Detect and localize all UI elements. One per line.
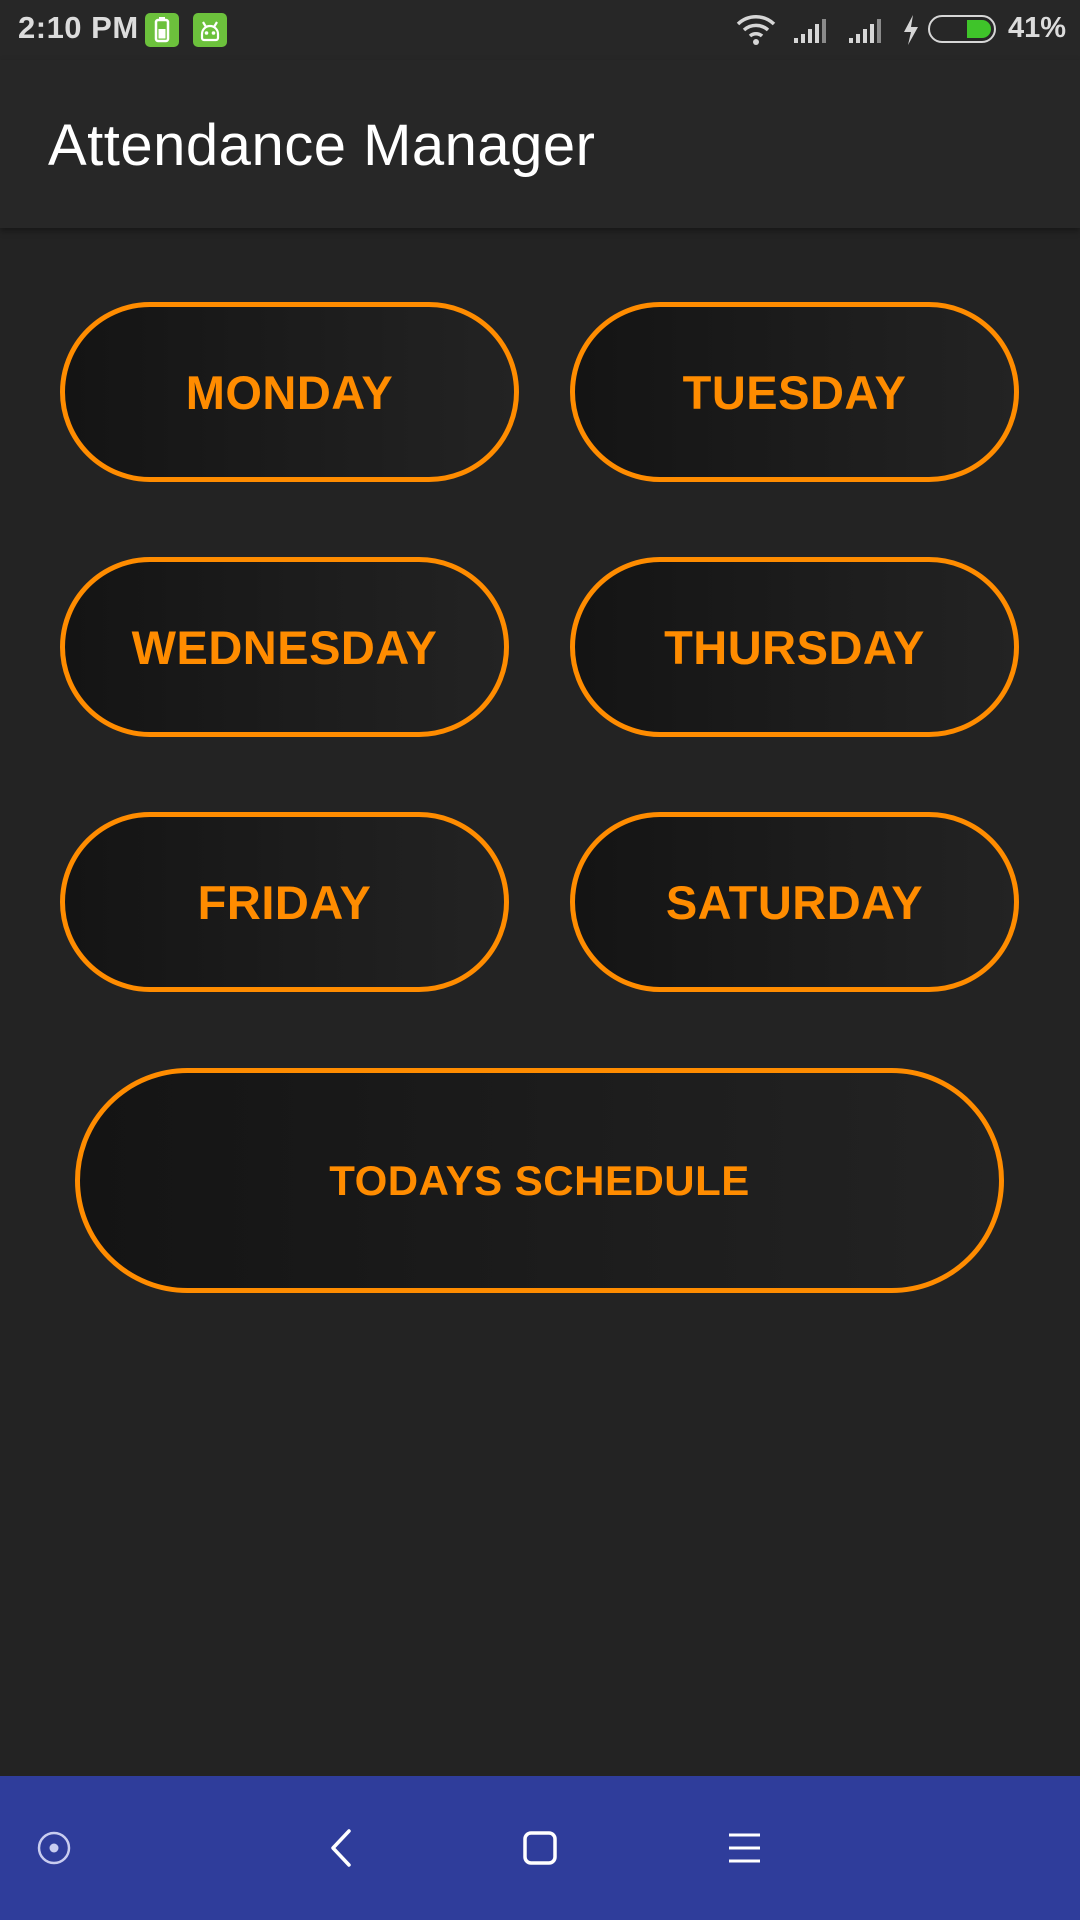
charging-icon — [904, 15, 918, 45]
monday-button[interactable]: MONDAY — [60, 302, 519, 482]
app-bar: Attendance Manager — [0, 60, 1080, 228]
app-title: Attendance Manager — [48, 113, 596, 178]
friday-button[interactable]: FRIDAY — [60, 812, 509, 992]
wifi-icon — [736, 15, 776, 45]
signal-icon — [849, 19, 881, 43]
assistant-icon — [37, 1831, 71, 1865]
todays-schedule-button[interactable]: TODAYS SCHEDULE — [75, 1068, 1004, 1293]
menu-button[interactable] — [684, 1776, 804, 1920]
screen: 2:10 PM 41% Attendance Manager MONDAY TU… — [0, 0, 1080, 1920]
tuesday-button[interactable]: TUESDAY — [570, 302, 1019, 482]
battery-level-fill — [967, 20, 991, 38]
home-button[interactable] — [480, 1776, 600, 1920]
home-icon — [523, 1831, 557, 1865]
wednesday-button[interactable]: WEDNESDAY — [60, 557, 509, 737]
menu-icon — [729, 1833, 760, 1863]
battery-app-icon — [145, 13, 179, 47]
back-icon — [331, 1829, 351, 1867]
android-app-icon — [193, 13, 227, 47]
thursday-button[interactable]: THURSDAY — [570, 557, 1019, 737]
signal-icon — [794, 19, 826, 43]
back-button[interactable] — [281, 1776, 401, 1920]
battery-percent: 41% — [1008, 12, 1067, 44]
assistant-button[interactable] — [0, 1776, 120, 1920]
saturday-button[interactable]: SATURDAY — [570, 812, 1019, 992]
status-time: 2:10 PM — [18, 10, 139, 45]
battery-icon — [928, 15, 996, 43]
status-bar: 2:10 PM 41% — [0, 0, 1080, 60]
nav-bar — [0, 1776, 1080, 1920]
